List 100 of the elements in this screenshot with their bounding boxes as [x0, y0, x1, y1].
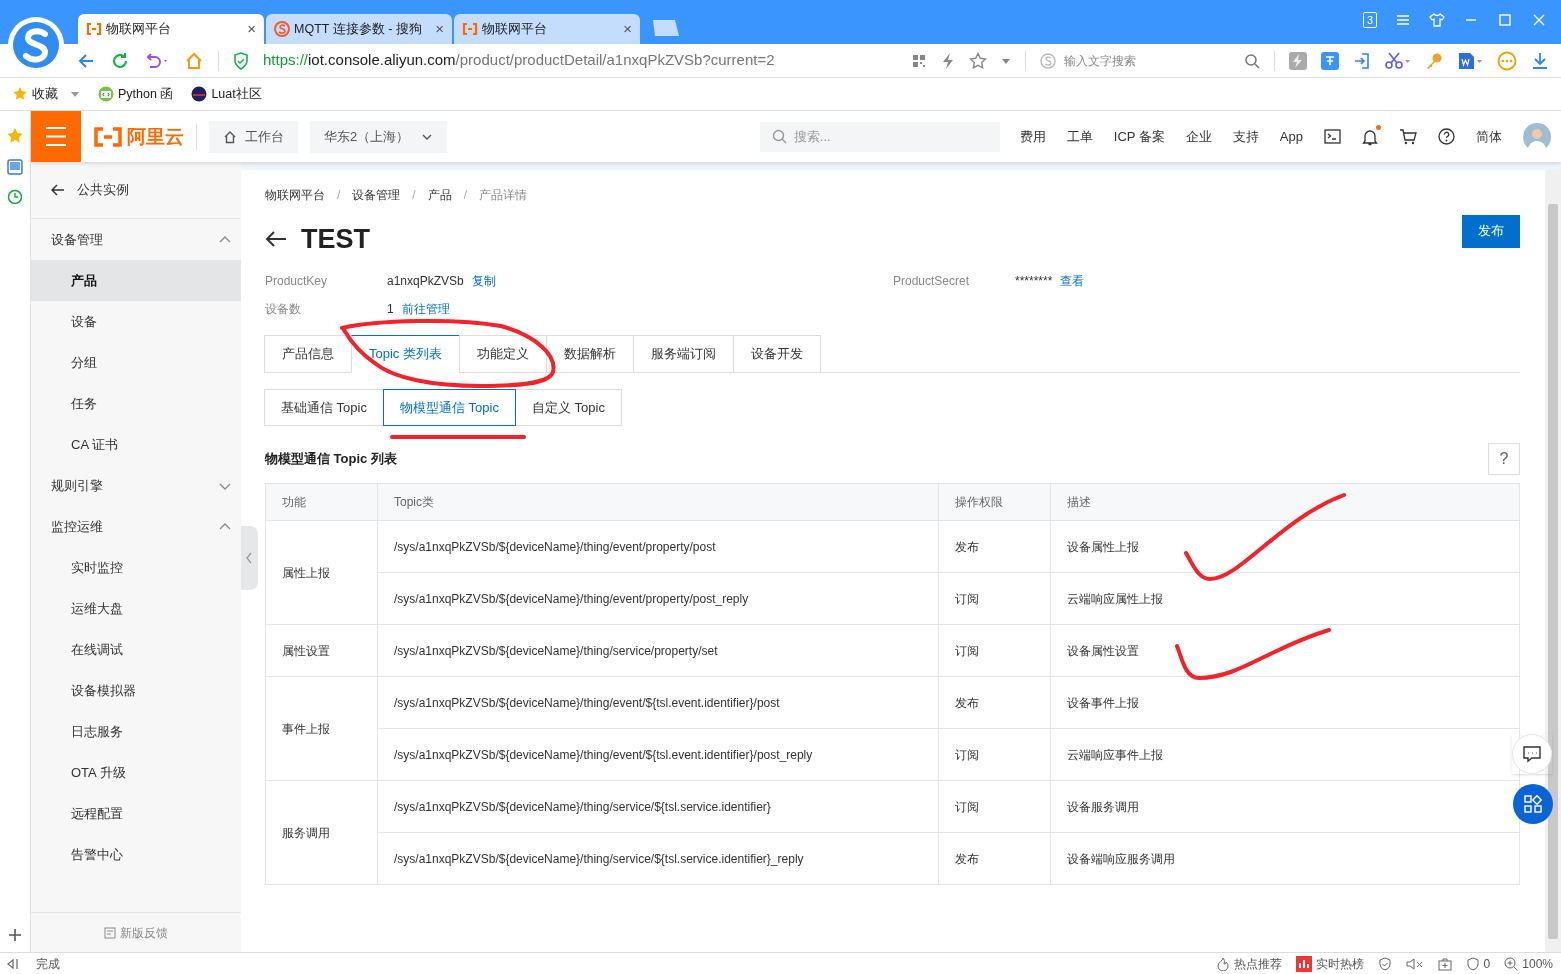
- document-icon[interactable]: [1457, 51, 1483, 70]
- sidebar-item[interactable]: 设备模拟器: [31, 670, 241, 711]
- tab[interactable]: 设备开发: [732, 335, 821, 373]
- tab[interactable]: 产品信息: [264, 335, 352, 373]
- help-icon[interactable]: [1438, 128, 1455, 145]
- breadcrumb-link[interactable]: 产品: [427, 186, 452, 204]
- zoom-control[interactable]: 100%: [1504, 954, 1553, 973]
- nav-link[interactable]: App: [1279, 126, 1303, 147]
- ad-block-indicator[interactable]: 0: [1465, 954, 1491, 973]
- mute-icon[interactable]: [1405, 956, 1424, 971]
- feedback-link[interactable]: 新版反馈: [31, 912, 241, 952]
- terminal-icon[interactable]: [1324, 129, 1341, 144]
- nav-link[interactable]: 企业: [1185, 126, 1212, 147]
- nav-link[interactable]: ICP 备案: [1113, 126, 1165, 147]
- sub-tab[interactable]: 物模型通信 Topic: [382, 389, 516, 426]
- home-icon[interactable]: [184, 50, 204, 71]
- shirt-icon[interactable]: [1429, 12, 1445, 28]
- search-icon[interactable]: [1244, 52, 1260, 69]
- breadcrumb-link[interactable]: 设备管理: [352, 186, 401, 204]
- bookmark-item[interactable]: Luat社区: [191, 84, 262, 104]
- tab[interactable]: 功能定义: [458, 335, 547, 373]
- breadcrumb-link[interactable]: 物联网平台: [265, 186, 325, 204]
- link[interactable]: 复制: [471, 272, 496, 290]
- workbench-button[interactable]: 工作台: [209, 120, 298, 153]
- trending-link[interactable]: 实时热榜: [1295, 954, 1364, 973]
- search-field[interactable]: 搜索...: [759, 121, 1000, 152]
- menu-button-icon[interactable]: [31, 111, 81, 162]
- close-icon[interactable]: ×: [623, 17, 632, 41]
- sidebar-item[interactable]: 运维大盘: [31, 588, 241, 629]
- search-field[interactable]: 输入文字搜索: [1064, 51, 1236, 70]
- browser-tab[interactable]: MQTT 连接参数 - 搜狗 ×: [266, 14, 452, 44]
- download-icon[interactable]: [1531, 51, 1549, 70]
- shield-icon: [233, 51, 249, 70]
- sidebar-item[interactable]: 远程配置: [31, 793, 241, 834]
- sidebar-item[interactable]: CA 证书: [31, 424, 241, 465]
- qr-code-icon[interactable]: [911, 52, 927, 69]
- back-link[interactable]: 公共实例: [31, 162, 241, 219]
- publish-button[interactable]: 发布: [1462, 214, 1520, 248]
- bookmark-item[interactable]: 收藏: [12, 84, 80, 104]
- close-icon[interactable]: ×: [435, 17, 444, 41]
- sidebar-item[interactable]: 在线调试: [31, 629, 241, 670]
- bookmark-item[interactable]: Python 函: [98, 84, 174, 104]
- collapse-handle-icon[interactable]: [241, 526, 258, 590]
- sidebar-item[interactable]: 日志服务: [31, 711, 241, 752]
- sidebar-group-header[interactable]: 规则引擎: [31, 465, 241, 506]
- apps-icon[interactable]: [1513, 784, 1553, 824]
- avatar-icon[interactable]: [1523, 122, 1551, 151]
- sidebar-item[interactable]: 任务: [31, 383, 241, 424]
- refresh-icon[interactable]: [110, 50, 130, 71]
- close-icon[interactable]: [1531, 12, 1547, 28]
- url-field[interactable]: https://iot.console.aliyun.com/product/productDetail/a1nxqPkZVSb?current=2: [263, 49, 897, 72]
- nav-link[interactable]: 费用: [1019, 126, 1046, 147]
- browser-tab[interactable]: 物联网平台 ×: [454, 14, 640, 44]
- undo-icon[interactable]: [144, 50, 170, 71]
- window-icon[interactable]: [7, 159, 23, 175]
- help-button[interactable]: ?: [1488, 443, 1520, 475]
- new-tab-icon[interactable]: [650, 18, 680, 38]
- table-cell: 设备端响应服务调用: [1050, 832, 1520, 885]
- sidebar-item[interactable]: OTA 升级: [31, 752, 241, 793]
- sidebar-item[interactable]: 分组: [31, 342, 241, 383]
- region-dropdown[interactable]: 华东2（上海）: [310, 120, 448, 153]
- star-icon[interactable]: [6, 127, 24, 145]
- browser-tab[interactable]: 物联网平台 ×: [78, 14, 264, 44]
- sign-in-icon[interactable]: [1353, 51, 1371, 70]
- cart-icon[interactable]: [1399, 128, 1417, 145]
- more-icon[interactable]: [1497, 50, 1517, 71]
- chat-icon[interactable]: [1512, 734, 1552, 774]
- key-icon[interactable]: [1425, 51, 1443, 70]
- bell-icon[interactable]: [1362, 127, 1378, 146]
- sidebar-item[interactable]: 产品: [31, 260, 241, 301]
- shield-check-icon[interactable]: [1377, 956, 1392, 971]
- language-link[interactable]: 简体: [1476, 126, 1502, 147]
- hot-topics-link[interactable]: 热点推荐: [1215, 954, 1282, 973]
- link[interactable]: 查看: [1060, 272, 1085, 290]
- close-icon[interactable]: ×: [247, 17, 256, 41]
- section-title: 物模型通信 Topic 列表: [265, 450, 397, 469]
- menu-icon[interactable]: [1395, 12, 1411, 28]
- nav-link[interactable]: 工单: [1066, 126, 1093, 147]
- sub-tab[interactable]: 基础通信 Topic: [264, 389, 384, 426]
- table-cell: /sys/a1nxqPkZVSb/${deviceName}/thing/service/${tsl.service.identifier}_reply: [377, 832, 939, 885]
- sidebar-group-header[interactable]: 设备管理: [31, 219, 241, 260]
- sidebar-item[interactable]: 实时监控: [31, 547, 241, 588]
- maximize-icon[interactable]: [1497, 12, 1513, 28]
- scrollbar[interactable]: [1545, 170, 1561, 952]
- clock-icon[interactable]: [7, 189, 23, 205]
- star-icon[interactable]: [969, 51, 987, 70]
- sub-tab[interactable]: 自定义 Topic: [514, 389, 622, 426]
- sidebar-item[interactable]: 告警中心: [31, 834, 241, 875]
- add-icon[interactable]: [8, 928, 22, 942]
- sidebar-group-header[interactable]: 监控运维: [31, 506, 241, 547]
- breadcrumb-link[interactable]: 产品详情: [479, 186, 528, 204]
- link[interactable]: 前往管理: [401, 300, 450, 318]
- nav-link[interactable]: 支持: [1232, 126, 1259, 147]
- back-arrow-icon[interactable]: [265, 230, 287, 248]
- scissors-icon[interactable]: [1385, 51, 1411, 70]
- tab[interactable]: Topic 类列表: [351, 335, 460, 373]
- lightning-icon[interactable]: [941, 51, 955, 70]
- sidebar-item[interactable]: 设备: [31, 301, 241, 342]
- lightning-icon[interactable]: [1289, 51, 1307, 70]
- toolbox-icon[interactable]: [1437, 956, 1452, 971]
